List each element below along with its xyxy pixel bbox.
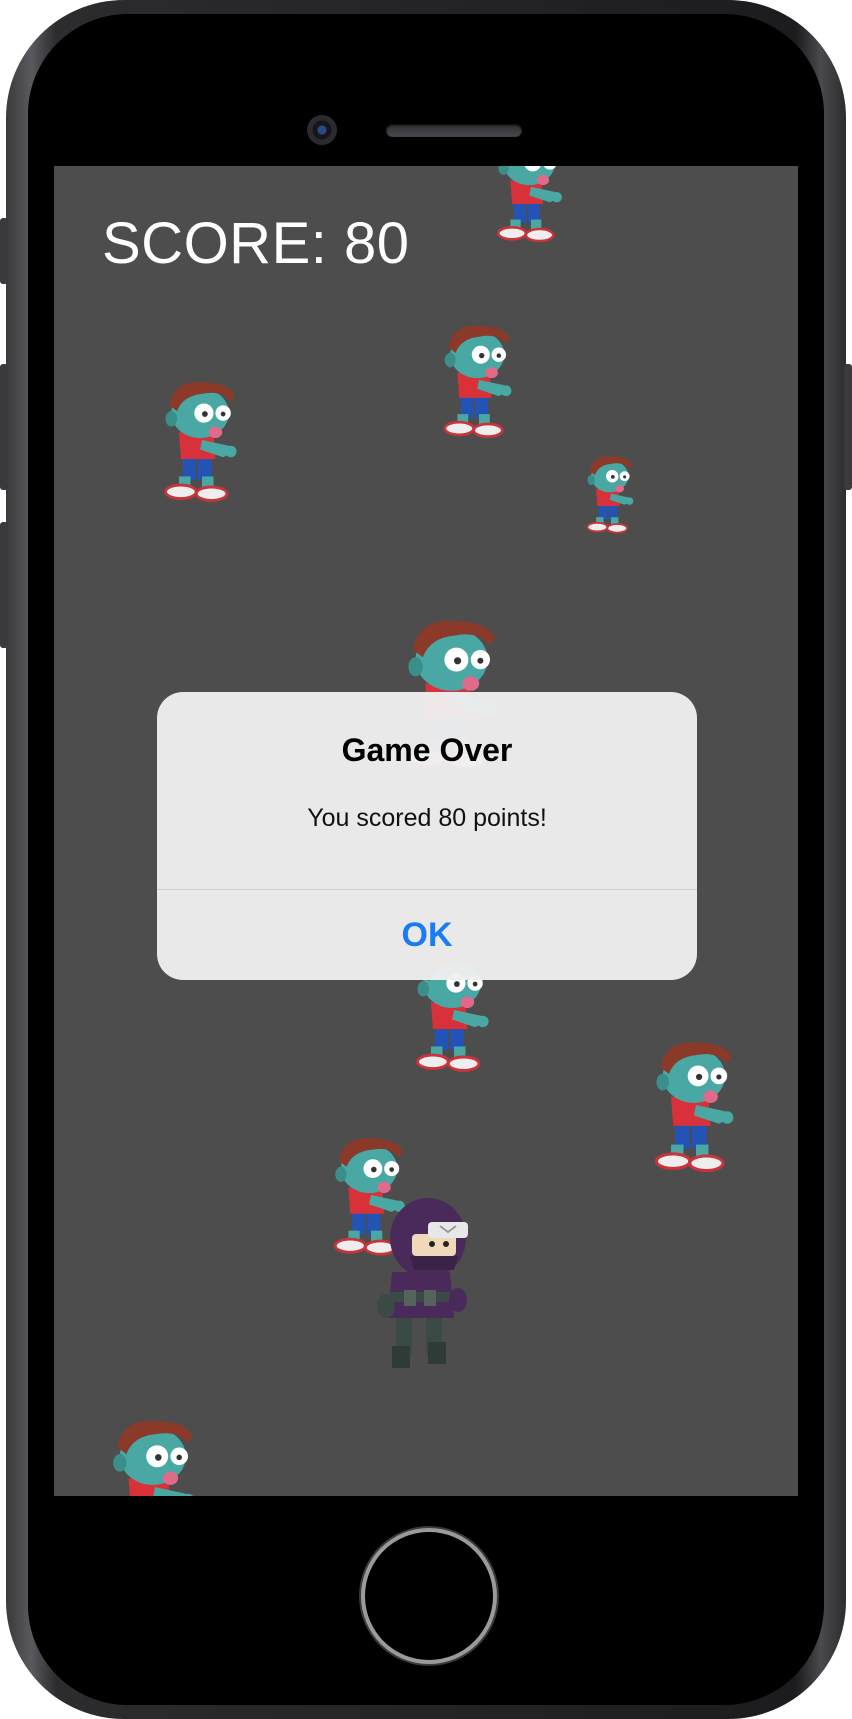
volume-down-button[interactable]	[0, 522, 8, 648]
game-over-alert: Game Over You scored 80 points! OK	[157, 692, 697, 980]
zombie-sprite	[434, 320, 524, 438]
earpiece-speaker	[386, 124, 522, 137]
zombie-sprite	[488, 166, 574, 242]
zombie-sprite	[100, 1414, 210, 1496]
front-camera-icon	[307, 115, 337, 145]
ok-button[interactable]: OK	[157, 890, 697, 980]
alert-title: Game Over	[341, 732, 513, 768]
zombie-sprite	[580, 452, 642, 534]
mute-switch[interactable]	[0, 218, 8, 284]
game-screen[interactable]: SCORE: 80 Game Over You scored 80 points…	[54, 166, 798, 1496]
ninja-player[interactable]	[374, 1196, 474, 1376]
power-button[interactable]	[844, 364, 852, 490]
alert-message: You scored 80 points!	[307, 804, 547, 832]
zombie-sprite	[154, 376, 250, 502]
volume-up-button[interactable]	[0, 364, 8, 490]
score-label: SCORE: 80	[102, 211, 410, 276]
home-button[interactable]	[365, 1532, 493, 1660]
zombie-sprite	[644, 1036, 748, 1172]
